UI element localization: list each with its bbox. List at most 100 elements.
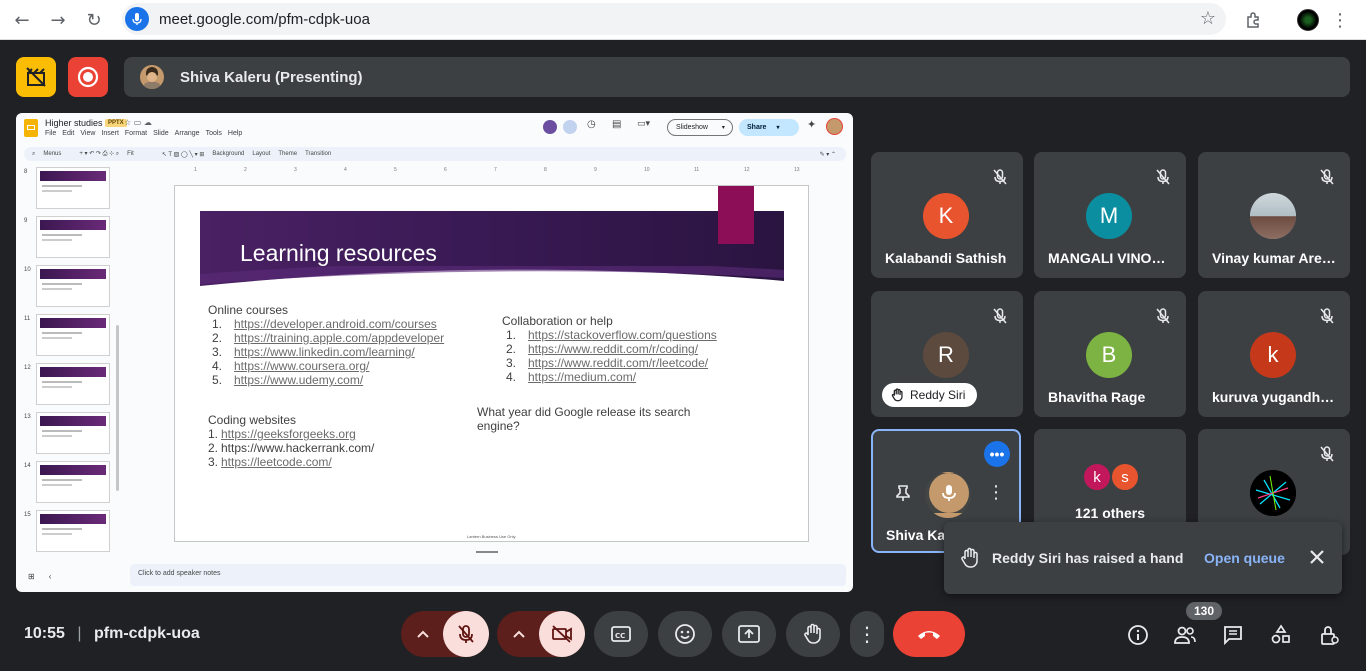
people-icon[interactable] [1172,622,1198,648]
participant-tile[interactable]: B Bhavitha Rage [1034,291,1186,417]
meeting-info: 10:55 | pfm-cdpk-uoa [24,625,200,643]
zoom-select[interactable]: Fit [127,151,134,157]
transition-button[interactable]: Transition [305,151,331,157]
activities-icon[interactable] [1268,622,1294,648]
slide-thumbnail[interactable] [36,265,110,307]
back-icon[interactable]: ← [8,6,36,34]
reactions-button[interactable] [658,611,712,657]
avatar: k [1250,332,1296,378]
leave-call-button[interactable] [893,611,965,657]
svg-text:CC: CC [615,632,625,640]
participant-tile[interactable]: R Reddy Siri [871,291,1023,417]
host-controls-lock-icon[interactable] [1316,622,1342,648]
chat-icon[interactable] [1220,622,1246,648]
slide-link[interactable]: https://training.apple.com/appdeveloper [234,331,444,345]
grid-view-icon[interactable]: ⊞ [28,572,35,581]
slide-link[interactable]: https://www.reddit.com/r/coding/ [528,342,698,356]
slide-thumbnail[interactable] [36,363,110,405]
participant-name: Kalabandi Sathish [885,250,1007,266]
online-heading: Online courses [208,303,289,317]
slide-thumbnail[interactable] [36,412,110,454]
collaboration-block: Collaboration or help 1. https://stackove… [502,314,717,384]
ruler-tick: 4 [344,167,347,173]
present-button[interactable] [722,611,776,657]
slide-accent-tab [718,186,754,244]
slide-link[interactable]: https://www.coursera.org/ [234,359,369,373]
slide-link[interactable]: https://stackoverflow.com/questions [528,328,717,342]
participant-tile[interactable]: M MANGALI VINO… [1034,152,1186,278]
captions-button[interactable]: CC [594,611,648,657]
participant-tile[interactable]: Vinay kumar Are… [1198,152,1350,278]
host-controls-icon[interactable] [16,57,56,97]
list-number: 1. [212,317,223,331]
video-options-chevron-icon[interactable] [497,611,541,657]
theme-button[interactable]: Theme [278,151,297,157]
more-vert-icon[interactable]: ⋮ [987,482,1005,503]
thumbnail-number: 13 [24,414,31,420]
self-mic-icon[interactable] [929,473,969,513]
menus-search[interactable]: Menus [43,151,61,157]
close-icon[interactable] [1308,548,1326,571]
mic-off-button[interactable] [443,611,489,657]
slide-thumbnail[interactable] [36,167,110,209]
speaker-notes[interactable]: Click to add speaker notes [130,564,846,586]
participant-tile[interactable]: K Kalabandi Sathish [871,152,1023,278]
slide-link[interactable]: https://www.reddit.com/r/leetcode/ [528,356,708,370]
toast-message: Reddy Siri has raised a hand [992,550,1184,566]
forward-icon[interactable]: → [44,6,72,34]
tile-options-icon[interactable]: ••• [984,441,1010,467]
browser-menu-icon[interactable]: ⋮ [1327,7,1353,33]
open-queue-link[interactable]: Open queue [1204,550,1285,566]
slideshow-button[interactable]: Slideshow ▾ [667,119,733,136]
slide-thumbnail[interactable] [36,461,110,503]
list-item: 3. https://www.reddit.com/r/leetcode/ [506,356,717,370]
background-button[interactable]: Background [212,151,244,157]
menu-item-slide[interactable]: Slide [153,130,169,137]
slide-link[interactable]: https://medium.com/ [528,370,636,384]
menu-item-tools[interactable]: Tools [206,130,222,137]
more-options-icon[interactable]: ⋮ [850,611,884,657]
slide-link[interactable]: https://geeksforgeeks.org [221,427,356,441]
slide-footer: Lantern Business Use Only [467,534,516,539]
menu-item-insert[interactable]: Insert [101,130,119,137]
comments-icon: ▤ [612,119,622,130]
menu-item-arrange[interactable]: Arrange [175,130,200,137]
avatar: R [923,332,969,378]
mic-in-use-icon[interactable] [125,7,149,31]
new-slide-icon: + ▾ ↶ ↷ ⎙ ⊹ ⌕ [79,151,120,157]
recording-icon[interactable] [68,57,108,97]
avatar: K [923,193,969,239]
pin-icon[interactable] [895,484,911,507]
menu-item-format[interactable]: Format [125,130,147,137]
slide-thumbnail[interactable] [36,314,110,356]
menu-item-view[interactable]: View [80,130,95,137]
thumb-scrollbar[interactable] [116,325,119,491]
extensions-icon[interactable] [1241,7,1267,33]
raise-hand-button[interactable] [786,611,840,657]
participant-tile[interactable]: k kuruva yugandh… [1198,291,1350,417]
notes-resize-handle[interactable] [476,551,498,553]
layout-button[interactable]: Layout [252,151,270,157]
menu-item-help[interactable]: Help [228,130,242,137]
slide-link[interactable]: https://leetcode.com/ [221,455,332,469]
slide-thumbnail[interactable] [36,216,110,258]
meeting-details-icon[interactable] [1125,622,1151,648]
slide-link[interactable]: https://www.udemy.com/ [234,373,363,387]
slide-link[interactable]: https://developer.android.com/courses [234,317,437,331]
slide-title: Learning resources [240,240,437,266]
menu-item-file[interactable]: File [45,130,56,137]
collapse-icon[interactable]: ‹ [49,572,52,581]
share-button[interactable]: Share ▾ [739,119,799,136]
reload-icon[interactable]: ↻ [80,6,108,34]
list-number: 2. [212,331,223,345]
audio-options-chevron-icon[interactable] [401,611,445,657]
profile-avatar[interactable] [1295,7,1321,33]
avatar [1250,470,1296,516]
address-bar[interactable]: meet.google.com/pfm-cdpk-uoa ☆ [122,3,1226,35]
slide-link[interactable]: https://www.linkedin.com/learning/ [234,345,415,359]
menu-item-edit[interactable]: Edit [62,130,74,137]
camera-off-button[interactable] [539,611,585,657]
slide-thumbnail[interactable] [36,510,110,552]
avatar [1250,193,1296,239]
bookmark-star-icon[interactable]: ☆ [1200,8,1216,29]
